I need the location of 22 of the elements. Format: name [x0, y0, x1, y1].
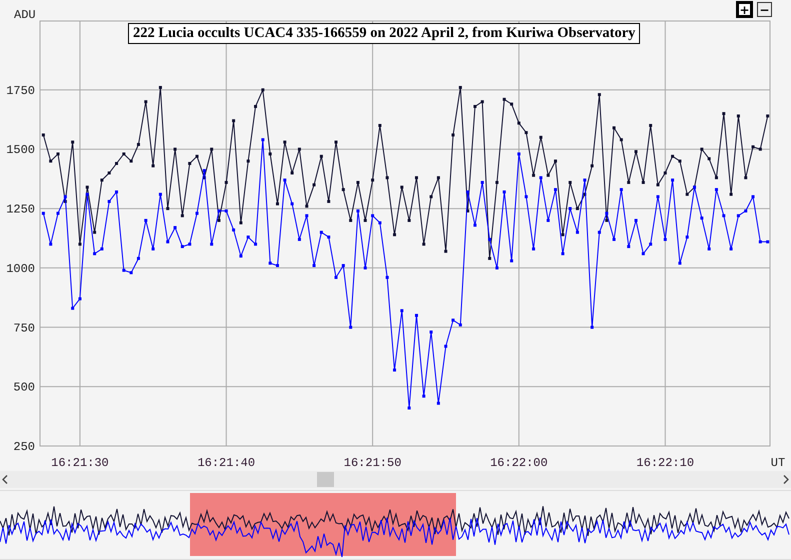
- x-tick-label: 16:21:30: [51, 456, 109, 470]
- selection-window[interactable]: [190, 493, 456, 556]
- y-tick-label: 750: [13, 321, 35, 336]
- y-axis-label: ADU: [14, 8, 36, 22]
- y-tick-label: 500: [13, 380, 35, 395]
- y-tick-label: 1500: [6, 143, 35, 158]
- y-tick-label: 1750: [6, 84, 35, 98]
- scroll-thumb[interactable]: [317, 472, 334, 487]
- zoom-out-button[interactable]: −: [757, 2, 772, 17]
- x-tick-label: 16:22:00: [490, 456, 548, 470]
- scroll-left-icon[interactable]: [2, 475, 8, 484]
- chart-title: 222 Lucia occults UCAC4 335-166559 on 2022 April 2, from Kuriwa Observatory: [128, 23, 640, 44]
- y-tick-label: 250: [13, 440, 35, 454]
- x-tick-label: 16:21:40: [197, 456, 256, 470]
- x-axis-label: UT: [770, 456, 786, 470]
- zoom-in-button[interactable]: +: [737, 2, 752, 17]
- y-tick-label: 1250: [6, 202, 35, 217]
- scroll-right-icon[interactable]: [783, 475, 789, 484]
- y-tick-label: 1000: [6, 262, 35, 276]
- scrollbar[interactable]: [0, 471, 791, 488]
- x-tick-label: 16:21:50: [344, 456, 402, 470]
- x-tick-label: 16:22:10: [636, 456, 694, 470]
